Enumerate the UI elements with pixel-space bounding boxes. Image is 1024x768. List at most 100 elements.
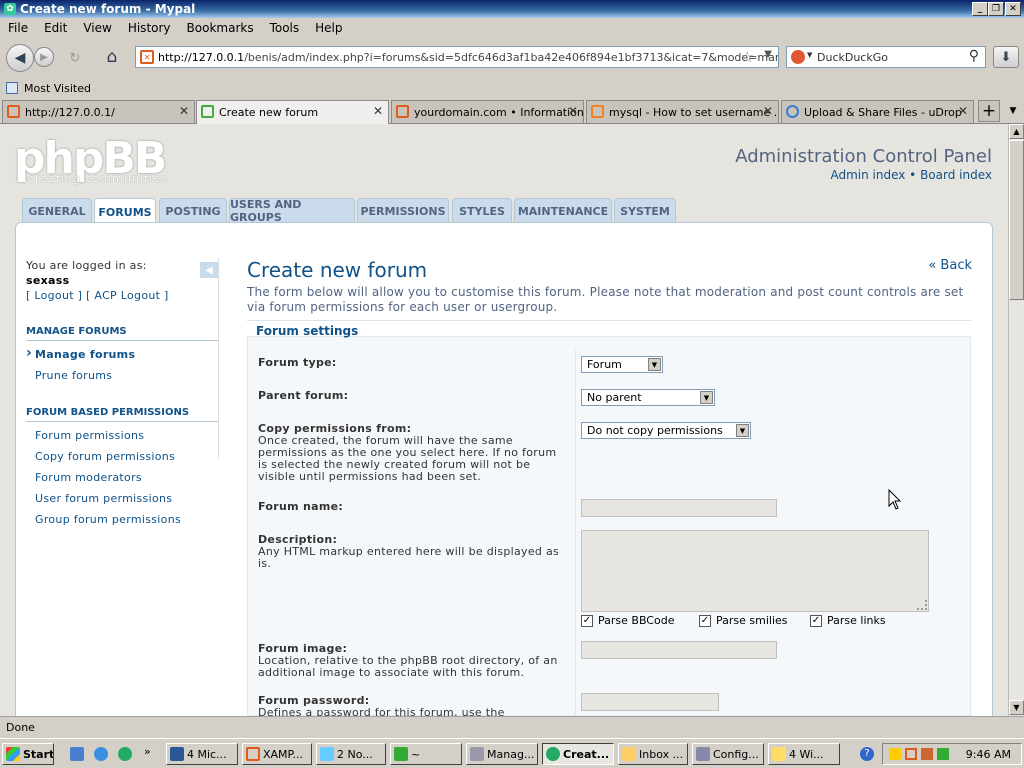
forum-password-input[interactable] (581, 693, 719, 711)
tab-close-icon[interactable]: ✕ (568, 104, 578, 118)
tab-posting[interactable]: POSTING (159, 198, 227, 223)
start-button[interactable]: Start (2, 743, 54, 765)
scroll-down-icon[interactable]: ▼ (1009, 700, 1024, 715)
taskbar-item-manager[interactable]: Manag... (466, 743, 538, 765)
home-icon[interactable]: ⌂ (100, 45, 124, 69)
url-bar[interactable]: ✕ http://127.0.0.1/benis/adm/index.php?i… (135, 46, 779, 68)
sidebar-item-forum-permissions[interactable]: Forum permissions (26, 425, 218, 446)
quicklaunch-desktop-icon[interactable] (70, 747, 84, 761)
tray-network-icon[interactable] (937, 748, 949, 760)
forward-arrow-icon[interactable]: ▶ (34, 47, 54, 67)
logout-link[interactable]: [ Logout ] (26, 289, 82, 302)
taskbar-item-label: Manag... (487, 747, 535, 761)
parse-links-option[interactable]: ✓ Parse links (810, 614, 886, 627)
close-button[interactable]: ✕ (1005, 2, 1021, 16)
tab-forums[interactable]: FORUMS (94, 198, 156, 225)
tab-localhost[interactable]: http://127.0.0.1/ ✕ (2, 100, 195, 123)
back-link[interactable]: « Back (928, 258, 972, 273)
quicklaunch-ie-icon[interactable] (94, 747, 108, 761)
reload-icon[interactable]: ↻ (64, 47, 86, 69)
board-index-link[interactable]: Board index (920, 168, 992, 182)
forum-type-select[interactable]: Forum ▼ (581, 356, 663, 373)
tab-close-icon[interactable]: ✕ (958, 104, 968, 118)
vertical-scrollbar[interactable]: ▲ ▼ (1008, 124, 1024, 716)
tab-close-icon[interactable]: ✕ (373, 104, 383, 118)
maximize-button[interactable]: ❐ (988, 2, 1004, 16)
tab-udrop[interactable]: Upload & Share Files - uDrop ✕ (781, 100, 974, 123)
parse-smilies-checkbox[interactable]: ✓ (699, 614, 711, 627)
taskbar-item-explorer[interactable]: 4 Wi... (768, 743, 840, 765)
clock: 9:46 AM (965, 747, 1011, 761)
parse-smilies-option[interactable]: ✓ Parse smilies (699, 614, 788, 627)
tab-close-icon[interactable]: ✕ (179, 104, 189, 118)
tab-label: Create new forum (219, 106, 319, 119)
minimize-button[interactable]: _ (972, 2, 988, 16)
sidebar-item-forum-moderators[interactable]: Forum moderators (26, 467, 218, 488)
help-icon[interactable]: ? (860, 747, 874, 761)
quicklaunch-overflow-icon[interactable]: » (144, 745, 151, 758)
taskbar-item-inbox[interactable]: Inbox ... (618, 743, 688, 765)
manager-icon (470, 747, 484, 761)
search-engine-dropdown-icon[interactable]: ▼ (807, 51, 812, 59)
taskbar-item-terminal[interactable]: ~ (390, 743, 462, 765)
system-tray: 9:46 AM (882, 743, 1022, 765)
parse-links-checkbox[interactable]: ✓ (810, 614, 822, 627)
menu-tools[interactable]: Tools (262, 21, 308, 35)
tab-general[interactable]: GENERAL (22, 198, 92, 223)
sidebar-item-group-forum-permissions[interactable]: Group forum permissions (26, 509, 218, 530)
taskbar-item-xampp[interactable]: XAMP... (242, 743, 312, 765)
tab-maintenance[interactable]: MAINTENANCE (514, 198, 612, 223)
tab-close-icon[interactable]: ✕ (763, 104, 773, 118)
tab-styles[interactable]: STYLES (452, 198, 512, 223)
taskbar-item-create-forum[interactable]: Creat... (542, 743, 614, 765)
sidebar-item-prune-forums[interactable]: Prune forums (26, 365, 218, 386)
taskbar-item-word[interactable]: 4 Mic... (166, 743, 238, 765)
downloads-icon[interactable]: ⬇ (993, 46, 1019, 68)
tab-users-and-groups[interactable]: USERS AND GROUPS (229, 198, 355, 224)
tab-permissions[interactable]: PERMISSIONS (357, 198, 449, 223)
admin-index-link[interactable]: Admin index (830, 168, 905, 182)
tab-mysql[interactable]: mysql - How to set username ... ✕ (586, 100, 779, 123)
taskbar-item-notepad[interactable]: 2 No... (316, 743, 386, 765)
tab-system[interactable]: SYSTEM (614, 198, 676, 223)
search-icon[interactable]: ⚲ (969, 48, 979, 64)
tab-list-chevron-icon[interactable]: ▼ (1004, 100, 1022, 122)
collapse-menu-icon[interactable]: ◀ (200, 262, 218, 278)
tray-tool-icon[interactable] (921, 748, 933, 760)
url-dropdown-icon[interactable]: ▼ (764, 49, 772, 60)
forum-image-input[interactable] (581, 641, 777, 659)
acp-logout-link[interactable]: [ ACP Logout ] (86, 289, 169, 302)
scroll-up-icon[interactable]: ▲ (1009, 124, 1024, 139)
back-arrow-icon[interactable]: ◀ (6, 44, 34, 72)
tray-app-icon[interactable] (889, 748, 901, 760)
menu-file[interactable]: File (0, 21, 36, 35)
search-input[interactable]: ▼ DuckDuckGo ⚲ (786, 46, 986, 68)
phpbb-logo[interactable]: phpBB creating communities (14, 137, 174, 187)
forum-name-input[interactable] (581, 499, 777, 517)
copy-permissions-select[interactable]: Do not copy permissions ▼ (581, 422, 751, 439)
menu-edit[interactable]: Edit (36, 21, 75, 35)
tab-create-new-forum[interactable]: Create new forum ✕ (196, 100, 389, 124)
parse-bbcode-option[interactable]: ✓ Parse BBCode (581, 614, 674, 627)
tab-yourdomain[interactable]: yourdomain.com • Information ✕ (391, 100, 584, 123)
site-favicon-icon: ✕ (140, 50, 154, 64)
parent-forum-select[interactable]: No parent ▼ (581, 389, 715, 406)
quicklaunch-browser-icon[interactable] (118, 747, 132, 761)
sidebar-item-copy-forum-permissions[interactable]: Copy forum permissions (26, 446, 218, 467)
description-textarea[interactable] (581, 530, 929, 612)
sidebar-divider (218, 258, 219, 458)
menu-bookmarks[interactable]: Bookmarks (179, 21, 262, 35)
menu-history[interactable]: History (120, 21, 179, 35)
parse-bbcode-checkbox[interactable]: ✓ (581, 614, 593, 627)
sidebar-item-user-forum-permissions[interactable]: User forum permissions (26, 488, 218, 509)
most-visited-bookmark[interactable]: Most Visited (24, 82, 91, 95)
taskbar-item-config[interactable]: Config... (692, 743, 764, 765)
menu-help[interactable]: Help (307, 21, 350, 35)
new-tab-plus-icon[interactable]: + (978, 100, 1000, 122)
tray-xampp-icon[interactable] (905, 748, 917, 760)
bookmark-star-icon[interactable]: ☆ (741, 48, 754, 66)
sidebar-item-manage-forums[interactable]: Manage forums (26, 344, 218, 365)
scrollbar-thumb[interactable] (1009, 140, 1024, 300)
taskbar-item-label: Inbox ... (639, 747, 684, 761)
menu-view[interactable]: View (75, 21, 119, 35)
